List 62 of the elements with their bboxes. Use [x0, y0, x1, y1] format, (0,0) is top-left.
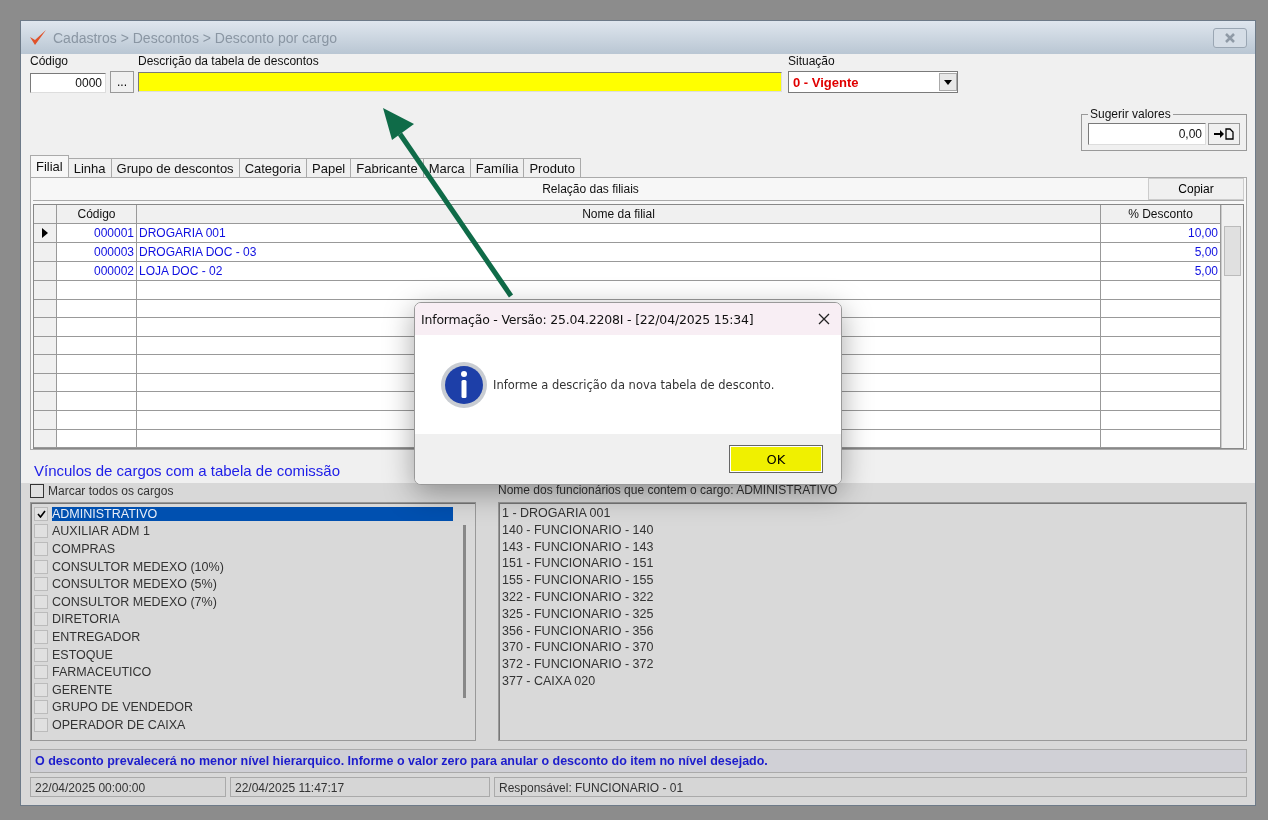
list-item[interactable]: GERENTE — [52, 682, 115, 697]
tab[interactable]: Categoria — [238, 158, 307, 177]
copy-button[interactable]: Copiar — [1148, 178, 1244, 200]
table-cell: 000001 — [57, 224, 137, 242]
status-dropdown[interactable]: 0 - Vigente — [788, 71, 958, 93]
field-label: Código — [30, 54, 70, 69]
panel-title: Relação das filiais — [541, 181, 640, 198]
table-cell: 000003 — [57, 243, 137, 261]
field-label: Situação — [788, 54, 836, 69]
table-row[interactable]: 000002 LOJA DOC - 02 5,00 — [34, 262, 1221, 281]
list-item[interactable]: ADMINISTRATIVO — [52, 506, 453, 521]
group-label: Sugerir valores — [1089, 107, 1172, 121]
table-cell: DROGARIA DOC - 03 — [137, 243, 1101, 261]
list-item: 151 - FUNCIONARIO - 151 — [502, 555, 655, 573]
list-item: 155 - FUNCIONARIO - 155 — [502, 572, 655, 589]
list-item: 143 - FUNCIONARIO - 143 — [502, 538, 655, 556]
list-item[interactable]: GRUPO DE VENDEDOR — [52, 700, 195, 715]
dialog-message: Informe a descrição da nova tabela de desconto. — [493, 377, 775, 392]
tab[interactable]: Papel — [306, 158, 352, 177]
suggest-value-field[interactable]: 0,00 — [1088, 123, 1206, 145]
table-cell: LOJA DOC - 02 — [137, 262, 1101, 280]
dialog-title: Informação - Versão: 25.04.2208I - [22/04/2025 15:34] — [421, 311, 755, 327]
list-item[interactable]: CONSULTOR MEDEXO (5%) — [52, 577, 219, 592]
list-item[interactable]: CONSULTOR MEDEXO (7%) — [52, 594, 219, 609]
table-cell: DROGARIA 001 — [137, 224, 1101, 242]
list-caption: Nome dos funcionários que contem o cargo: ADMINISTRATIVO — [498, 483, 839, 499]
list-item: 322 - FUNCIONARIO - 322 — [502, 589, 655, 606]
tab[interactable]: Produto — [523, 158, 581, 177]
checkbox-label: Marcar todos os cargos — [48, 484, 174, 498]
lookup-button[interactable]: ... — [110, 71, 134, 93]
status-pane: 22/04/2025 00:00:00 — [30, 777, 226, 797]
code-field[interactable]: 0000 — [30, 73, 106, 93]
column-header: Código — [57, 205, 137, 223]
table-cell: 000002 — [57, 262, 137, 280]
list-item: 370 - FUNCIONARIO - 370 — [502, 639, 655, 657]
window-title: Cadastros > Descontos > Desconto por cargo — [53, 29, 338, 46]
list-item[interactable]: AUXILIAR ADM 1 — [52, 524, 152, 539]
status-pane: Responsável: FUNCIONARIO - 01 — [494, 777, 1247, 797]
list-item: 372 - FUNCIONARIO - 372 — [502, 656, 655, 673]
ok-button[interactable]: OK — [729, 445, 823, 473]
list-item[interactable]: FARMACEUTICO — [52, 665, 154, 680]
list-item[interactable]: DIRETORIA — [52, 612, 122, 627]
column-header: Nome da filial — [137, 205, 1101, 223]
tab[interactable]: Grupo de descontos — [110, 158, 240, 177]
table-row[interactable]: 000001 DROGARIA 001 10,00 — [34, 224, 1221, 243]
list-item[interactable]: CONSULTOR MEDEXO (10%) — [52, 559, 226, 574]
list-item: 356 - FUNCIONARIO - 356 — [502, 622, 655, 640]
field-label: Descrição da tabela de descontos — [138, 54, 320, 69]
list-item: 1 - DROGARIA 001 — [502, 505, 612, 522]
list-item[interactable]: ESTOQUE — [52, 647, 115, 662]
status-pane: 22/04/2025 11:47:17 — [230, 777, 490, 797]
notice-text: O desconto prevalecerá no menor nível hierarquico. Informe o valor zero para anular o desconto do item no nível desejado. — [35, 754, 768, 768]
list-item[interactable]: COMPRAS — [52, 542, 118, 556]
section-title: Vínculos de cargos com a tabela de comissão — [33, 462, 340, 479]
list-item[interactable]: ENTREGADOR — [52, 629, 143, 644]
table-row[interactable]: 000003 DROGARIA DOC - 03 5,00 — [34, 243, 1221, 262]
list-item: 377 - CAIXA 020 — [502, 672, 597, 690]
list-item: 325 - FUNCIONARIO - 325 — [502, 605, 655, 623]
tab[interactable]: Filial — [30, 155, 69, 177]
list-item[interactable]: OPERADOR DE CAIXA — [52, 717, 188, 732]
column-header: % Desconto — [1101, 205, 1221, 223]
list-item: 140 - FUNCIONARIO - 140 — [502, 521, 655, 539]
